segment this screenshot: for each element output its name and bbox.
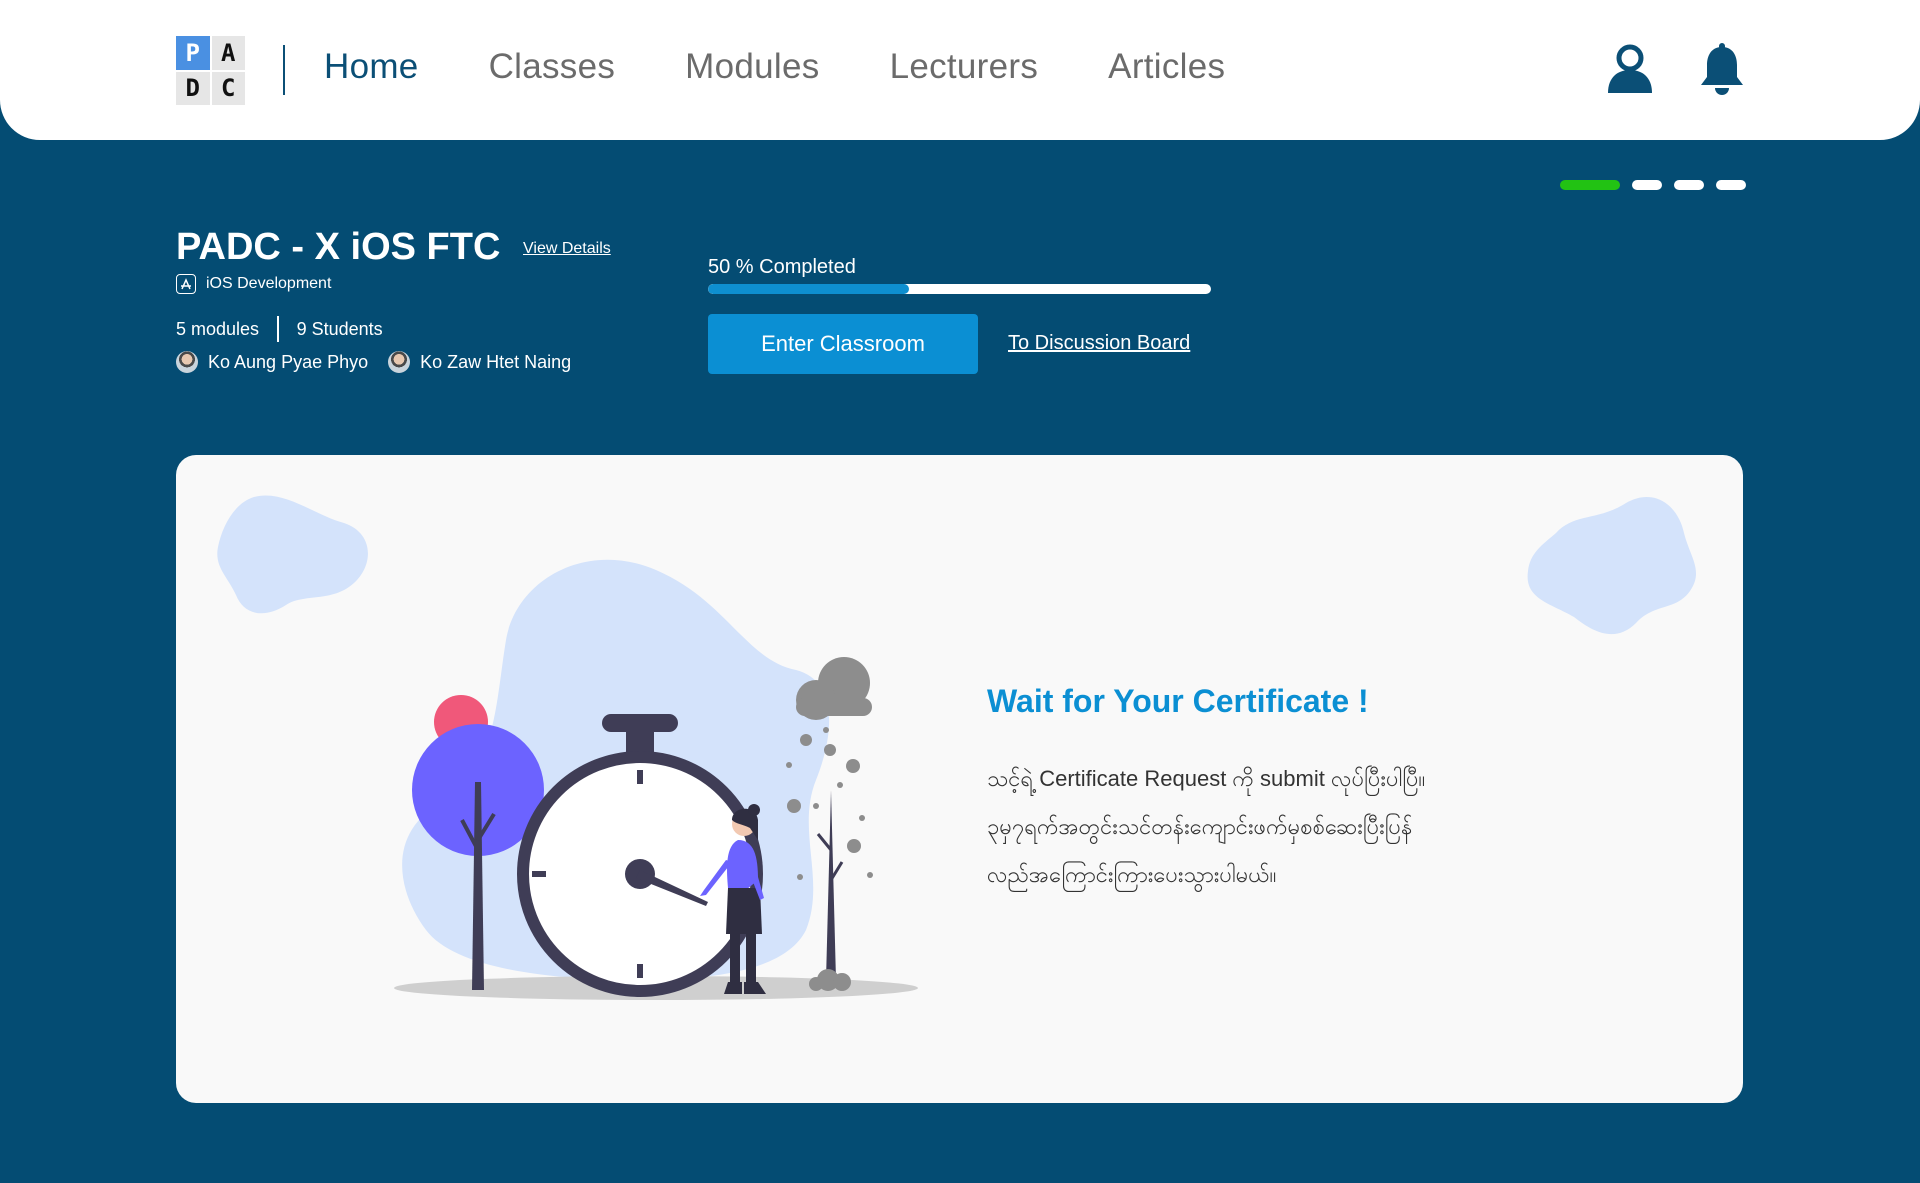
modules-count: 5 modules bbox=[176, 318, 260, 339]
bell-icon[interactable] bbox=[1698, 43, 1746, 95]
view-details-link[interactable]: View Details bbox=[523, 240, 611, 258]
nav-articles[interactable]: Articles bbox=[1108, 47, 1225, 87]
nav-modules[interactable]: Modules bbox=[685, 47, 819, 87]
logo-letter: D bbox=[176, 71, 210, 105]
padc-logo[interactable]: P A D C bbox=[176, 36, 245, 105]
progress-fill bbox=[708, 284, 910, 294]
enter-classroom-button[interactable]: Enter Classroom bbox=[708, 314, 978, 374]
progress-label: 50 % Completed bbox=[708, 256, 856, 278]
message-line: သင့်ရဲ့ Certificate Request ကို submit လ… bbox=[987, 766, 1426, 791]
students-count: 9 Students bbox=[296, 318, 383, 339]
lecturer-name: Ko Aung Pyae Phyo bbox=[208, 351, 369, 372]
class-stats: 5 modules 9 Students bbox=[176, 316, 383, 342]
logo-letter: C bbox=[211, 71, 245, 105]
message-line: လည်အကြောင်းကြားပေးသွားပါမယ်။ bbox=[987, 862, 1277, 887]
lecturer-name: Ko Zaw Htet Naing bbox=[420, 351, 572, 372]
blob-decoration-right bbox=[1527, 496, 1697, 635]
stats-divider bbox=[277, 316, 279, 342]
nav-links: Home Classes Modules Lecturers Articles bbox=[324, 47, 1225, 87]
stopwatch-illustration bbox=[394, 559, 918, 1000]
class-category: iOS Development bbox=[176, 274, 331, 294]
lecturer-item: Ko Aung Pyae Phyo bbox=[176, 351, 368, 373]
nav-lecturers[interactable]: Lecturers bbox=[890, 47, 1039, 87]
blob-decoration-left bbox=[217, 495, 368, 614]
carousel-dot[interactable] bbox=[1674, 180, 1704, 190]
category-label: iOS Development bbox=[206, 275, 332, 292]
app-store-icon bbox=[176, 274, 196, 294]
lecturer-item: Ko Zaw Htet Naing bbox=[388, 351, 571, 373]
avatar bbox=[176, 351, 198, 373]
certificate-card: Wait for Your Certificate ! သင့်ရဲ့ Cert… bbox=[176, 455, 1743, 1103]
carousel-dot-active[interactable] bbox=[1560, 180, 1620, 190]
nav-divider bbox=[283, 45, 285, 95]
discussion-board-link[interactable]: To Discussion Board bbox=[1008, 332, 1190, 355]
logo-letter: P bbox=[176, 36, 210, 70]
certificate-message: သင့်ရဲ့ Certificate Request ကို submit လ… bbox=[987, 755, 1547, 899]
carousel-indicators bbox=[1560, 180, 1746, 190]
message-line: ၃မှ၇ရက်အတွင်းသင်တန်းကျောင်းဖက်မှစစ်ဆေးပြ… bbox=[987, 814, 1413, 839]
nav-home[interactable]: Home bbox=[324, 47, 419, 87]
lecturers-list: Ko Aung Pyae Phyo Ko Zaw Htet Naing bbox=[176, 351, 571, 373]
avatar bbox=[388, 351, 411, 373]
user-icon[interactable] bbox=[1606, 43, 1654, 95]
carousel-dot[interactable] bbox=[1716, 180, 1746, 190]
progress-bar bbox=[708, 284, 1211, 294]
nav-classes[interactable]: Classes bbox=[489, 47, 616, 87]
class-title: PADC - X iOS FTC bbox=[176, 226, 501, 268]
logo-letter: A bbox=[211, 36, 245, 70]
top-navbar: P A D C Home Classes Modules Lecturers A… bbox=[0, 0, 1920, 140]
carousel-dot[interactable] bbox=[1632, 180, 1662, 190]
certificate-title: Wait for Your Certificate ! bbox=[987, 683, 1369, 719]
